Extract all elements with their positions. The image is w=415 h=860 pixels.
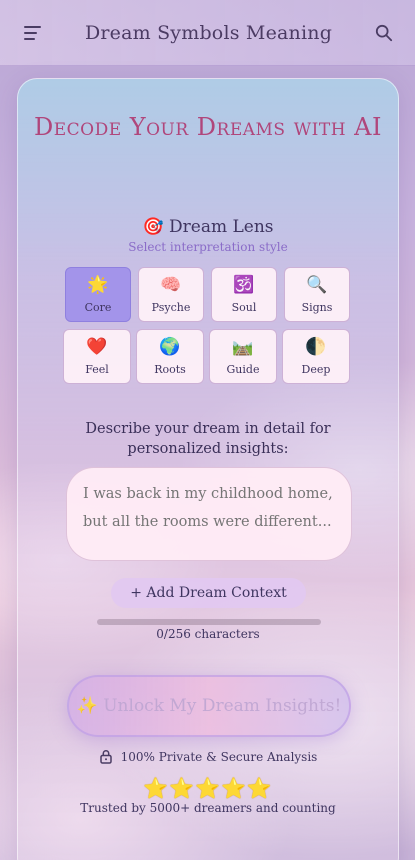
top-app-bar: Dream Symbols Meaning [0,0,415,66]
dream-lens-title: 🎯 Dream Lens [18,217,398,237]
add-dream-context-button[interactable]: + Add Dream Context [111,578,306,608]
lens-option-psyche[interactable]: 🧠 Psyche [138,267,204,322]
dream-lens-subtitle: Select interpretation style [128,240,288,254]
half-moon-icon: 🌓 [305,337,327,357]
hero-title: Decode Your Dreams with AI [18,111,398,143]
railway-icon: 🛤️ [232,337,254,357]
search-icon[interactable] [375,24,393,42]
magnifier-icon: 🔍 [306,275,328,295]
trusted-text: Trusted by 5000+ dreamers and counting [80,801,336,815]
lens-option-label: Core [84,301,112,314]
character-count: 0/256 characters [156,627,260,641]
dream-lens-label: Dream Lens [169,217,274,237]
lens-option-guide[interactable]: 🛤️ Guide [209,329,277,384]
describe-dream-label: Describe your dream in detail for person… [85,421,331,457]
lens-option-label: Feel [85,363,109,376]
character-progress-bar [97,619,321,625]
rating-stars: ⭐⭐⭐⭐⭐ [143,776,273,800]
lens-option-label: Signs [301,301,333,314]
brain-icon: 🧠 [160,275,182,295]
privacy-text: 100% Private & Secure Analysis [120,749,318,764]
lens-option-label: Guide [226,363,260,376]
hamburger-menu-icon[interactable] [24,25,42,40]
om-icon: 🕉️ [233,275,255,295]
privacy-note: 100% Private & Secure Analysis [18,749,398,764]
lens-option-label: Roots [154,363,186,376]
lens-option-label: Soul [231,301,257,314]
app-title: Dream Symbols Meaning [84,21,333,44]
lens-option-deep[interactable]: 🌓 Deep [282,329,350,384]
lens-option-roots[interactable]: 🌍 Roots [136,329,204,384]
lock-icon [99,750,112,764]
unlock-insights-button[interactable]: ✨ Unlock My Dream Insights! [67,675,351,737]
lens-options-grid: 🌟 Core 🧠 Psyche 🕉️ Soul 🔍 Signs ❤️ Feel … [63,267,353,384]
dream-form-card: Decode Your Dreams with AI 🎯 Dream Lens … [17,78,399,860]
lens-option-feel[interactable]: ❤️ Feel [63,329,131,384]
lens-option-soul[interactable]: 🕉️ Soul [211,267,277,322]
lens-option-label: Psyche [151,301,191,314]
lens-option-label: Deep [301,363,331,376]
hero-title-text: Decode Your Dreams with AI [33,113,382,141]
target-icon: 🎯 [142,217,164,237]
globe-icon: 🌍 [159,337,181,357]
dream-description-input[interactable] [66,467,352,561]
star-icon: 🌟 [87,275,109,295]
lens-option-core[interactable]: 🌟 Core [65,267,131,322]
lens-option-signs[interactable]: 🔍 Signs [284,267,350,322]
heart-icon: ❤️ [86,337,108,357]
